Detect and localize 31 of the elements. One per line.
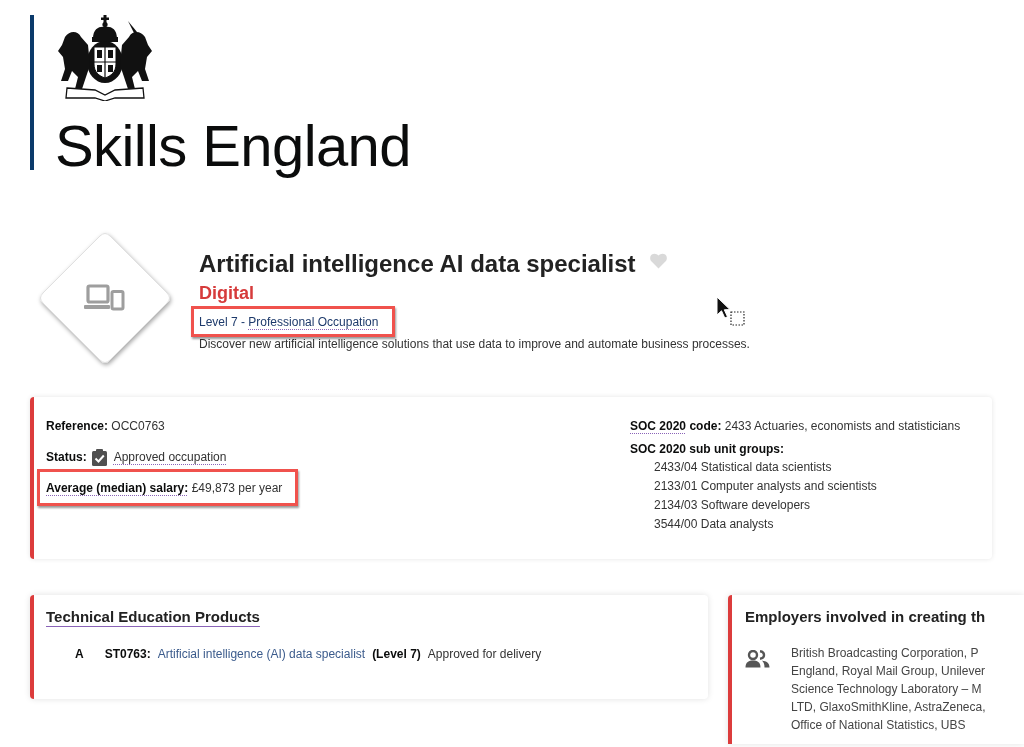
soc-code-text: SOC 2020 code: 2433 Actuaries, economists and statisticians bbox=[630, 418, 962, 435]
occupation-type-link[interactable]: Professional Occupation bbox=[248, 315, 379, 329]
crest-icon bbox=[55, 15, 155, 101]
product-link[interactable]: Artificial intelligence (AI) data specialist bbox=[157, 645, 366, 663]
product-status: Approved for delivery bbox=[427, 646, 542, 663]
brand-name: Skills England bbox=[55, 113, 412, 179]
product-level: (Level 7) bbox=[372, 646, 421, 663]
occupation-description: Discover new artificial intelligence solutions that use data to improve and automate business processes. bbox=[199, 336, 750, 353]
clipboard-check-icon bbox=[91, 448, 107, 466]
term-tooltip-link[interactable]: SOC 2020 bbox=[630, 419, 687, 433]
term-tooltip-link[interactable]: Average (median) salary: bbox=[46, 481, 189, 495]
products-heading: Technical Education Products bbox=[46, 607, 260, 627]
status-link[interactable]: Approved occupation bbox=[113, 448, 227, 466]
status-label: Status: bbox=[46, 449, 87, 466]
heart-icon[interactable] bbox=[649, 252, 667, 269]
people-icon bbox=[745, 650, 770, 668]
detail-text: Reference: OCC0763 bbox=[46, 418, 165, 435]
route-name: Digital bbox=[199, 283, 254, 303]
product-letter: A bbox=[75, 646, 84, 663]
sub-group-item: 2433/04 Statistical data scientists bbox=[654, 459, 833, 476]
cursor-icon bbox=[716, 296, 746, 327]
sub-group-item: 2134/03 Software developers bbox=[654, 497, 812, 514]
employers-list-text: British Broadcasting Corporation, P England, Royal Mail Group, Unilever Science Technology Laboratory – M LTD, GlaxoSmithKline, AstraZeneca, Office of National Statistics, UBS bbox=[791, 645, 986, 734]
occupation-title: Artificial intelligence AI data specialist bbox=[199, 249, 636, 278]
product-code: ST0763: bbox=[104, 646, 151, 663]
level-text: Level 7 - Professional Occupation bbox=[199, 314, 379, 331]
sub-group-item: 3544/00 Data analysts bbox=[654, 516, 775, 533]
sub-group-item: 2133/01 Computer analysts and scientists bbox=[654, 478, 878, 495]
sub-groups-heading: SOC 2020 sub unit groups: bbox=[630, 441, 786, 458]
employers-heading: Employers involved in creating th bbox=[745, 607, 986, 627]
detail-text: Average (median) salary: £49,873 per year bbox=[46, 480, 283, 497]
